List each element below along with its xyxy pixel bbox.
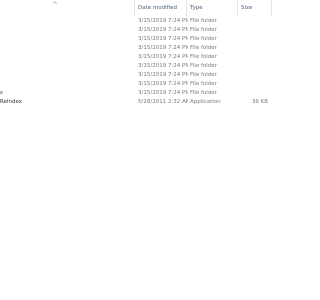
file-type: File folder: [190, 18, 217, 24]
file-date-modified: 3/15/2019 7:24 PM: [138, 54, 188, 60]
column-header-bar: ^ Date modified Type Size: [0, 0, 300, 16]
file-row[interactable]: 3/15/2019 7:24 PM File folder: [0, 26, 300, 35]
file-size: [241, 44, 268, 53]
file-name: [0, 53, 134, 62]
file-type: File folder: [190, 54, 217, 60]
file-size: [241, 35, 268, 44]
file-name: [0, 17, 134, 26]
file-row[interactable]: Relndex 5/28/2011 2:32 AM Application 36…: [0, 98, 300, 107]
file-date-modified: 3/15/2019 7:24 PM: [138, 90, 188, 96]
file-date-modified: 3/15/2019 7:24 PM: [138, 36, 188, 42]
file-size: [241, 89, 268, 98]
file-name: Relndex: [0, 99, 23, 105]
file-name: [0, 44, 134, 53]
file-size: [241, 71, 268, 80]
file-row[interactable]: 3/15/2019 7:24 PM File folder: [0, 80, 300, 89]
file-name: [0, 80, 134, 89]
sort-ascending-chevron-icon: ^: [52, 1, 58, 9]
file-size: [241, 53, 268, 62]
file-size: [241, 80, 268, 89]
file-date-modified: 3/15/2019 7:24 PM: [138, 18, 188, 24]
file-type: Application: [190, 99, 221, 105]
file-type: File folder: [190, 90, 217, 96]
file-date-modified: 3/15/2019 7:24 PM: [138, 45, 188, 51]
file-size: [241, 62, 268, 71]
file-type: File folder: [190, 81, 217, 87]
file-name: [0, 71, 134, 80]
file-name: s: [0, 90, 3, 96]
file-size: 36 KB: [251, 99, 268, 105]
column-header-size[interactable]: Size: [241, 0, 268, 16]
file-row[interactable]: 3/15/2019 7:24 PM File folder: [0, 62, 300, 71]
file-row[interactable]: 3/15/2019 7:24 PM File folder: [0, 17, 300, 26]
column-divider[interactable]: [271, 0, 272, 16]
file-type: File folder: [190, 63, 217, 69]
column-divider[interactable]: [186, 0, 187, 16]
file-name: [0, 62, 134, 71]
file-date-modified: 3/15/2019 7:24 PM: [138, 72, 188, 78]
file-row[interactable]: 3/15/2019 7:24 PM File folder: [0, 53, 300, 62]
file-row[interactable]: 3/15/2019 7:24 PM File folder: [0, 71, 300, 80]
file-type: File folder: [190, 36, 217, 42]
file-list-view: ^ Date modified Type Size 3/15/2019 7:24…: [0, 0, 300, 300]
column-header-type[interactable]: Type: [190, 0, 234, 16]
file-row[interactable]: s 3/15/2019 7:24 PM File folder: [0, 89, 300, 98]
file-date-modified: 3/15/2019 7:24 PM: [138, 63, 188, 69]
file-date-modified: 3/15/2019 7:24 PM: [138, 81, 188, 87]
column-divider[interactable]: [237, 0, 238, 16]
file-type: File folder: [190, 72, 217, 78]
column-header-date-modified[interactable]: Date modified: [138, 0, 186, 16]
file-date-modified: 3/15/2019 7:24 PM: [138, 27, 188, 33]
file-type: File folder: [190, 45, 217, 51]
file-date-modified: 5/28/2011 2:32 AM: [138, 99, 188, 105]
file-size: [241, 17, 268, 26]
file-row[interactable]: 3/15/2019 7:24 PM File folder: [0, 35, 300, 44]
file-name: [0, 26, 134, 35]
file-name: [0, 35, 134, 44]
file-type: File folder: [190, 27, 217, 33]
column-divider[interactable]: [134, 0, 135, 16]
file-row[interactable]: 3/15/2019 7:24 PM File folder: [0, 44, 300, 53]
file-size: [241, 26, 268, 35]
